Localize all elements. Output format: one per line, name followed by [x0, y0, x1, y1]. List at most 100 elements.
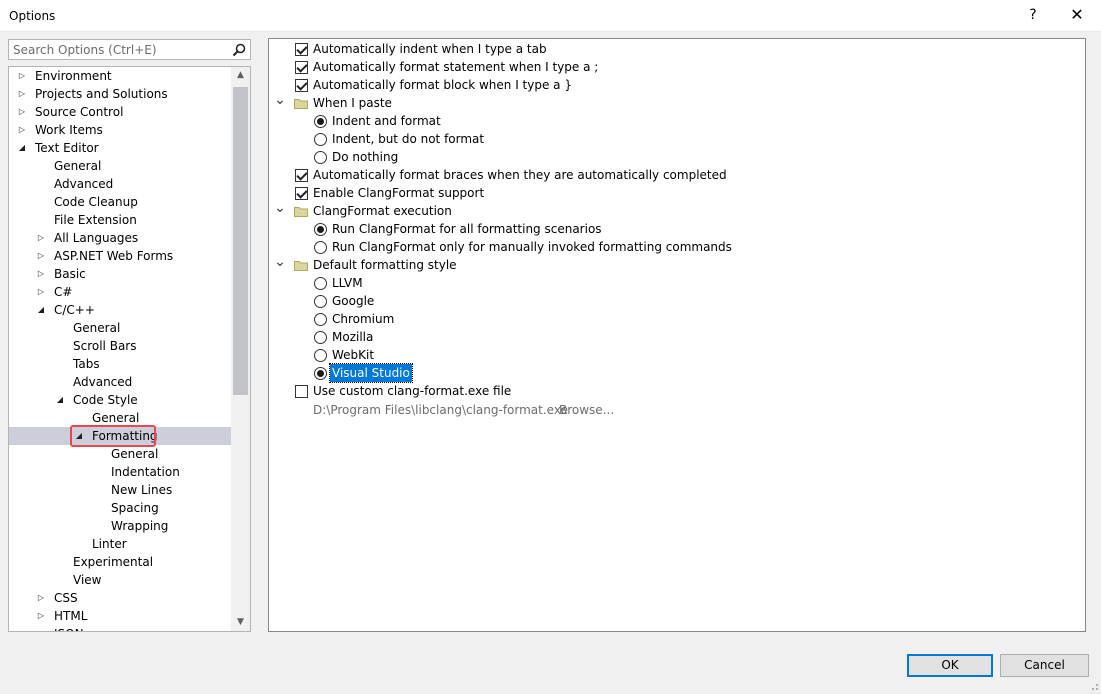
radio-button[interactable] — [314, 349, 327, 362]
tree-item[interactable]: Scroll Bars — [9, 337, 231, 355]
scroll-thumb[interactable] — [233, 87, 248, 395]
tree-item-label: View — [73, 573, 102, 587]
tree-item[interactable]: Wrapping — [9, 517, 231, 535]
tree-item[interactable]: General — [9, 319, 231, 337]
collapsed-arrow-icon[interactable]: ▷ — [36, 607, 46, 625]
close-button[interactable]: ✕ — [1066, 4, 1088, 26]
tree-item[interactable]: Advanced — [9, 373, 231, 391]
collapsed-arrow-icon[interactable]: ▷ — [36, 283, 46, 301]
radio-button[interactable] — [314, 295, 327, 308]
radio-button[interactable] — [314, 115, 327, 128]
option-checkbox[interactable]: Use custom clang-format.exe file — [269, 382, 1069, 400]
tree-item[interactable]: New Lines — [9, 481, 231, 499]
cancel-button[interactable]: Cancel — [1000, 654, 1089, 677]
option-checkbox[interactable]: Automatically format block when I type a… — [269, 76, 1069, 94]
collapsed-arrow-icon[interactable]: ▷ — [17, 121, 27, 139]
collapsed-arrow-icon[interactable]: ▷ — [36, 589, 46, 607]
radio-button[interactable] — [314, 313, 327, 326]
tree-item[interactable]: ◢ C/C++ — [9, 301, 231, 319]
title-bar: Options ? ✕ — [0, 0, 1101, 32]
option-group[interactable]: ⌄ Default formatting style — [269, 255, 1069, 274]
option-group[interactable]: ⌄ ClangFormat execution — [269, 201, 1069, 220]
collapsed-arrow-icon[interactable]: ▷ — [17, 67, 27, 85]
expanded-arrow-icon[interactable]: ◢ — [17, 139, 27, 157]
expanded-arrow-icon[interactable]: ◢ — [36, 301, 46, 319]
collapsed-arrow-icon[interactable]: ▷ — [36, 625, 46, 631]
radio-button[interactable] — [314, 133, 327, 146]
radio-button[interactable] — [314, 331, 327, 344]
tree-item[interactable]: Code Cleanup — [9, 193, 231, 211]
tree-item[interactable]: ▷ Basic — [9, 265, 231, 283]
tree-item[interactable]: Experimental — [9, 553, 231, 571]
tree-item[interactable]: ▷ All Languages — [9, 229, 231, 247]
browse-button[interactable]: Browse... — [559, 401, 614, 419]
tree-item[interactable]: ◢ Code Style — [9, 391, 231, 409]
tree-item[interactable]: Linter — [9, 535, 231, 553]
tree-item[interactable]: ▷ Projects and Solutions — [9, 85, 231, 103]
option-radio[interactable]: Visual Studio — [269, 363, 1069, 383]
option-label: Automatically indent when I type a tab — [313, 42, 547, 56]
option-group[interactable]: ⌄ When I paste — [269, 93, 1069, 112]
checkbox[interactable] — [295, 169, 308, 182]
collapsed-arrow-icon[interactable]: ▷ — [36, 247, 46, 265]
tree-item[interactable]: ▷ Environment — [9, 67, 231, 85]
resize-grip-icon[interactable] — [1089, 681, 1099, 691]
option-checkbox[interactable]: Automatically format braces when they ar… — [269, 166, 1069, 184]
collapsed-arrow-icon[interactable]: ▷ — [36, 265, 46, 283]
search-input[interactable] — [9, 40, 229, 59]
option-radio[interactable]: Do nothing — [269, 148, 1069, 166]
option-radio[interactable]: Run ClangFormat for all formatting scena… — [269, 220, 1069, 238]
tree-item[interactable]: ◢ Text Editor — [9, 139, 231, 157]
expanded-arrow-icon[interactable]: ◢ — [55, 391, 65, 409]
tree-item[interactable]: Advanced — [9, 175, 231, 193]
scroll-down-icon[interactable]: ▼ — [231, 614, 250, 631]
collapsed-arrow-icon[interactable]: ▷ — [17, 103, 27, 121]
option-radio[interactable]: Indent, but do not format — [269, 130, 1069, 148]
checkbox[interactable] — [295, 61, 308, 74]
expanded-arrow-icon[interactable]: ⌄ — [274, 93, 286, 112]
tree-item[interactable]: ▷ C# — [9, 283, 231, 301]
checkbox[interactable] — [295, 187, 308, 200]
tree-item[interactable]: Spacing — [9, 499, 231, 517]
checkbox[interactable] — [295, 43, 308, 56]
tree-scrollbar[interactable]: ▲ ▼ — [231, 67, 250, 631]
tree-item[interactable]: Tabs — [9, 355, 231, 373]
radio-button[interactable] — [314, 367, 327, 380]
option-checkbox[interactable]: Automatically indent when I type a tab — [269, 40, 1069, 58]
tree-item[interactable]: ▷ Work Items — [9, 121, 231, 139]
radio-button[interactable] — [314, 223, 327, 236]
option-radio[interactable]: Run ClangFormat only for manually invoke… — [269, 238, 1069, 256]
tree-item[interactable]: ▷ Source Control — [9, 103, 231, 121]
tree-item[interactable]: ▷ CSS — [9, 589, 231, 607]
tree-item[interactable]: ◢ Formatting — [9, 425, 231, 447]
checkbox[interactable] — [295, 385, 308, 398]
option-checkbox[interactable]: Automatically format statement when I ty… — [269, 58, 1069, 76]
expanded-arrow-icon[interactable]: ⌄ — [274, 201, 286, 220]
tree-item[interactable]: ▷ ASP.NET Web Forms — [9, 247, 231, 265]
radio-button[interactable] — [314, 277, 327, 290]
collapsed-arrow-icon[interactable]: ▷ — [17, 85, 27, 103]
tree-item[interactable]: ▷ HTML — [9, 607, 231, 625]
expanded-arrow-icon[interactable]: ⌄ — [274, 255, 286, 274]
tree-item[interactable]: Indentation — [9, 463, 231, 481]
checkbox[interactable] — [295, 79, 308, 92]
tree-item[interactable]: General — [9, 157, 231, 175]
radio-button[interactable] — [314, 151, 327, 164]
option-radio[interactable]: WebKit — [269, 346, 1069, 364]
collapsed-arrow-icon[interactable]: ▷ — [36, 229, 46, 247]
option-radio[interactable]: Indent and format — [269, 112, 1069, 130]
tree-item[interactable]: ▷ JSON — [9, 625, 231, 631]
scroll-up-icon[interactable]: ▲ — [231, 67, 250, 84]
tree-item[interactable]: General — [9, 445, 231, 463]
option-radio[interactable]: Chromium — [269, 310, 1069, 328]
help-button[interactable]: ? — [1022, 4, 1044, 26]
ok-button[interactable]: OK — [907, 654, 993, 677]
option-radio[interactable]: Google — [269, 292, 1069, 310]
radio-button[interactable] — [314, 241, 327, 254]
tree-item[interactable]: File Extension — [9, 211, 231, 229]
option-checkbox[interactable]: Enable ClangFormat support — [269, 184, 1069, 202]
option-radio[interactable]: Mozilla — [269, 328, 1069, 346]
option-radio[interactable]: LLVM — [269, 274, 1069, 292]
search-icon[interactable] — [231, 42, 247, 58]
tree-item[interactable]: View — [9, 571, 231, 589]
